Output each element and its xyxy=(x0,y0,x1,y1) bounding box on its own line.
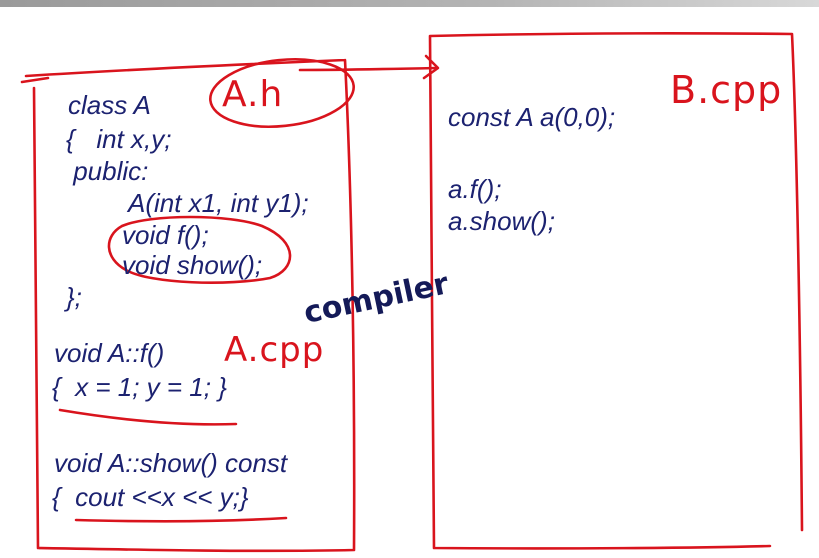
header-file-label: A.h xyxy=(222,74,284,115)
code-method-f: void f(); xyxy=(122,220,209,250)
show-body-underline xyxy=(74,516,288,523)
f-body-underline xyxy=(58,408,238,426)
code-constructor: A(int x1, int y1); xyxy=(128,188,309,218)
code-class-decl: class A xyxy=(68,90,151,120)
code-members: { int x,y; xyxy=(66,124,172,154)
code-f-body: { x = 1; y = 1; } xyxy=(52,372,227,402)
target-file-label: B.cpp xyxy=(670,68,783,112)
source-file-label: A.cpp xyxy=(224,330,325,370)
code-f-signature: void A::f() xyxy=(54,338,165,368)
code-show-body: { cout <<x << y;} xyxy=(52,482,249,512)
left-box-corner-stroke xyxy=(20,76,50,84)
arrow-shaft xyxy=(298,66,438,72)
code-call-f: a.f(); xyxy=(448,174,502,204)
code-const-object: const A a(0,0); xyxy=(448,102,616,132)
code-class-end: }; xyxy=(66,282,82,312)
code-show-signature: void A::show() const xyxy=(54,448,288,478)
code-public: public: xyxy=(66,156,149,186)
code-call-show: a.show(); xyxy=(448,206,555,236)
lecture-slide: class A { int x,y; public: A(int x1, int… xyxy=(0,0,819,558)
code-method-show: void show(); xyxy=(122,250,263,280)
